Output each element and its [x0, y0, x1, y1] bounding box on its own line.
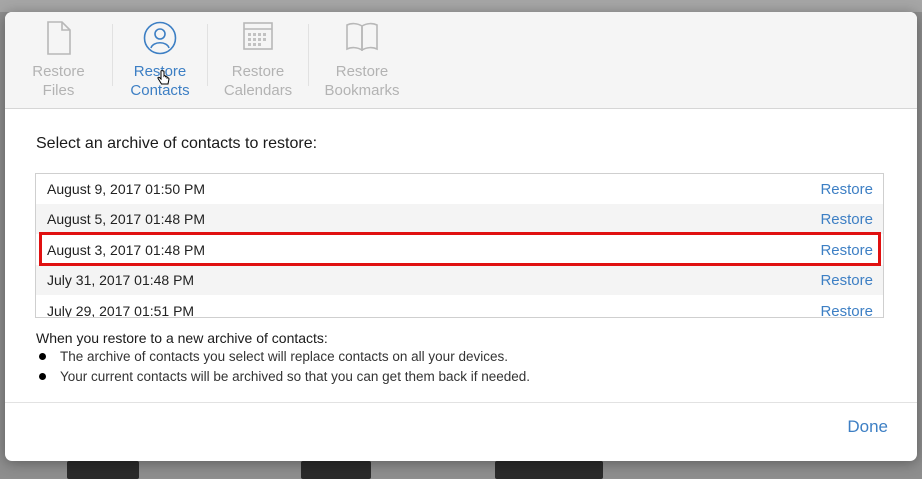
- hand-cursor-icon: [157, 70, 170, 91]
- background-thumbnail: [67, 461, 139, 479]
- restore-link[interactable]: Restore: [820, 211, 873, 228]
- info-heading: When you restore to a new archive of con…: [36, 330, 328, 346]
- calendar-icon: [243, 21, 273, 56]
- toolbar: Restore Files Restore Contacts Restore C…: [5, 12, 917, 109]
- footer-divider: [5, 402, 917, 403]
- person-icon: [143, 21, 177, 60]
- list-item[interactable]: August 9, 2017 01:50 PM Restore: [36, 174, 883, 204]
- list-item[interactable]: July 31, 2017 01:48 PM Restore: [36, 265, 883, 295]
- background-thumbnail: [495, 461, 603, 479]
- archive-date: August 5, 2017 01:48 PM: [47, 211, 205, 227]
- tab-restore-files[interactable]: Restore Files: [5, 12, 112, 108]
- book-icon: [345, 21, 379, 56]
- restore-link[interactable]: Restore: [820, 272, 873, 289]
- archive-date: August 3, 2017 01:48 PM: [47, 242, 205, 258]
- bullet-text: Your current contacts will be archived s…: [60, 369, 531, 384]
- background-thumbnail: [301, 461, 371, 479]
- restore-link[interactable]: Restore: [820, 242, 873, 259]
- restore-link[interactable]: Restore: [820, 181, 873, 198]
- archive-list[interactable]: August 9, 2017 01:50 PM Restore August 5…: [35, 173, 884, 318]
- restore-link[interactable]: Restore: [820, 303, 873, 317]
- list-item[interactable]: August 5, 2017 01:48 PM Restore: [36, 204, 883, 234]
- tab-label: Restore Calendars: [223, 63, 293, 99]
- list-item[interactable]: July 29, 2017 01:51 PM Restore: [36, 296, 883, 318]
- tab-label: Restore Bookmarks: [324, 63, 400, 99]
- list-item[interactable]: August 3, 2017 01:48 PM Restore: [36, 235, 883, 265]
- restore-dialog: Restore Files Restore Contacts Restore C…: [5, 12, 917, 461]
- tab-restore-bookmarks[interactable]: Restore Bookmarks: [309, 12, 415, 108]
- document-icon: [46, 21, 72, 60]
- archive-date: July 29, 2017 01:51 PM: [47, 303, 195, 318]
- tab-restore-calendars[interactable]: Restore Calendars: [208, 12, 308, 108]
- archive-date: July 31, 2017 01:48 PM: [47, 272, 195, 288]
- page-title: Select an archive of contacts to restore…: [36, 135, 318, 152]
- background-strip: [0, 0, 922, 12]
- tab-restore-contacts[interactable]: Restore Contacts: [113, 12, 207, 108]
- tab-label: Restore Files: [32, 63, 85, 99]
- archive-date: August 9, 2017 01:50 PM: [47, 181, 205, 197]
- done-button[interactable]: Done: [847, 417, 888, 437]
- bullet-icon: [39, 353, 46, 360]
- bullet-icon: [39, 373, 46, 380]
- bullet-text: The archive of contacts you select will …: [60, 349, 508, 364]
